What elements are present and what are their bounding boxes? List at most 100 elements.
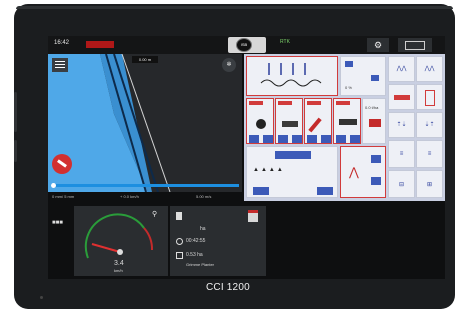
drive-arrow-icon <box>345 61 353 67</box>
softkey-i[interactable]: ⊟ <box>388 170 415 198</box>
arm-icon <box>308 117 322 133</box>
unit-flag-4 <box>336 101 350 105</box>
row-alt-icon: ≡ <box>427 151 432 157</box>
tractor-position-icon[interactable] <box>52 154 72 174</box>
scale-label: 0.00 m <box>132 56 158 63</box>
row-icon: ≡ <box>399 151 404 157</box>
counter-card: ha 00:42:55 0.53 ha Grimme Planter <box>170 206 266 276</box>
belt-icon <box>339 119 357 125</box>
implement-icon <box>248 210 258 222</box>
hopper-icon <box>369 119 381 127</box>
softkey-e[interactable]: ⇡⇣ <box>388 112 415 138</box>
info-mid: + 0.0 km/h <box>120 194 139 199</box>
side-button[interactable] <box>14 92 17 132</box>
section-overview-tile[interactable] <box>246 56 338 96</box>
info-left: 0 mm/ 5 mm <box>52 194 75 199</box>
time-value: 00:42:55 <box>186 238 206 244</box>
softkey-a[interactable]: ⋀⋀ <box>388 56 415 82</box>
softkey-h[interactable]: ≡ <box>416 140 443 168</box>
bottom-dashboard: ■■■ 3.4 km/h ⚲ ha 00:42:55 0.53 ha Grimm… <box>48 204 445 279</box>
gauge-needle <box>91 243 121 253</box>
area-icon <box>176 252 183 259</box>
document-icon <box>176 212 182 220</box>
device-brand-label: CCI 1200 <box>206 282 250 293</box>
power-led <box>40 296 43 299</box>
inc-button-2[interactable] <box>292 135 302 143</box>
swap-view-button[interactable] <box>398 38 432 52</box>
menu-button[interactable] <box>52 58 68 72</box>
brand-logo <box>86 41 114 48</box>
unit-tile-4[interactable] <box>333 98 361 144</box>
drive-tile-label: 0 % <box>345 85 352 90</box>
implement-panel: 0 % ⋀⋀ ⋀⋀ 0.0 t/ha ⇡⇣ ⇣⇡ ▲▲▲▲ ⋀ ≡ ≡ ⊟ ⊞ <box>244 54 445 201</box>
gauge-hub <box>117 249 123 255</box>
area-label: Grimme Planter <box>186 262 215 267</box>
gps-signal-label: RTK <box>280 39 290 45</box>
depth-inc-button[interactable] <box>317 187 333 195</box>
pages-icon[interactable]: ■■■ <box>52 220 63 226</box>
unit-flag <box>249 101 263 105</box>
inc-button-4[interactable] <box>350 135 360 143</box>
guidance-map[interactable]: 0.00 m ✲ <box>48 54 242 192</box>
softkey-f[interactable]: ⇣⇡ <box>416 112 443 138</box>
drive-tile[interactable]: 0 % <box>340 56 386 96</box>
dec-button[interactable] <box>249 135 259 143</box>
softkey-g[interactable]: ≡ <box>388 140 415 168</box>
unit-flag-3 <box>307 101 321 105</box>
hitch-alt-icon: ⋀⋀ <box>424 66 435 72</box>
depth-dec-button[interactable] <box>253 187 269 195</box>
softkey-c[interactable] <box>388 84 415 110</box>
trailer-icon: ⊞ <box>426 182 433 188</box>
timer-icon <box>176 238 183 245</box>
map-info-bar: 0 mm/ 5 mm + 0.0 km/h 5.00 m/s <box>48 192 242 202</box>
warning-bar-icon <box>394 95 410 100</box>
softkey-j[interactable]: ⊞ <box>416 170 443 198</box>
info-right: 5.00 m/s <box>196 194 212 199</box>
terminal-screen: 16:42 ISB RTK ⚙ 0.00 m ✲ 0 mm/ 5 mm + 0. <box>48 36 445 279</box>
unit-tile-1[interactable] <box>246 98 274 144</box>
bezel-highlight <box>16 6 453 9</box>
side-button-2[interactable] <box>14 140 17 162</box>
unit-tile-5-label: 0.0 t/ha <box>365 105 379 110</box>
ridge-up-button[interactable] <box>371 155 381 163</box>
frame-icon <box>425 90 435 106</box>
speed-value: 3.4 <box>114 260 124 267</box>
clock: 16:42 <box>54 40 70 46</box>
implement-link-icon[interactable]: ⚲ <box>152 210 162 220</box>
inc-button[interactable] <box>263 135 273 143</box>
speed-unit: km/h <box>114 268 123 273</box>
swap-icon <box>405 41 425 50</box>
work-label: ha <box>200 226 206 232</box>
area-value: 0.53 ha <box>186 252 203 258</box>
gauge-red-zone <box>143 227 154 251</box>
unit-flag-2 <box>278 101 292 105</box>
hitch-icon: ⋀⋀ <box>396 66 407 72</box>
isobus-icon[interactable]: ISB <box>236 38 252 52</box>
softkey-d[interactable] <box>416 84 443 110</box>
conveyor-icon <box>282 121 298 127</box>
lift-icon: ⇡⇣ <box>396 122 407 128</box>
unit-tile-2[interactable] <box>275 98 303 144</box>
map-options-icon[interactable]: ✲ <box>222 58 236 72</box>
inc-button-3[interactable] <box>321 135 331 143</box>
ridge-down-button[interactable] <box>371 177 381 185</box>
dec-button-2[interactable] <box>278 135 288 143</box>
depth-control-tile[interactable]: ▲▲▲▲ <box>246 146 338 198</box>
ridge-profile-icon: ▲▲▲▲ <box>253 167 285 173</box>
softkey-b[interactable]: ⋀⋀ <box>416 56 443 82</box>
speed-gauge-card: 3.4 km/h ⚲ <box>74 206 168 276</box>
cart-icon: ⊟ <box>398 182 405 188</box>
lower-icon: ⇣⇡ <box>424 122 435 128</box>
unit-tile-5[interactable]: 0.0 t/ha <box>362 98 386 144</box>
depth-slider[interactable] <box>275 151 311 159</box>
status-bar: 16:42 ISB RTK ⚙ <box>48 36 445 54</box>
dec-button-4[interactable] <box>336 135 346 143</box>
drive-arrow-icon-2 <box>371 75 379 81</box>
progress-marker <box>51 183 56 188</box>
ridge-tile[interactable]: ⋀ <box>340 146 386 198</box>
ridge-icon: ⋀ <box>349 165 359 179</box>
field-map-svg <box>48 54 171 192</box>
dec-button-3[interactable] <box>307 135 317 143</box>
unit-tile-3[interactable] <box>304 98 332 144</box>
settings-gear-icon[interactable]: ⚙ <box>367 38 389 52</box>
